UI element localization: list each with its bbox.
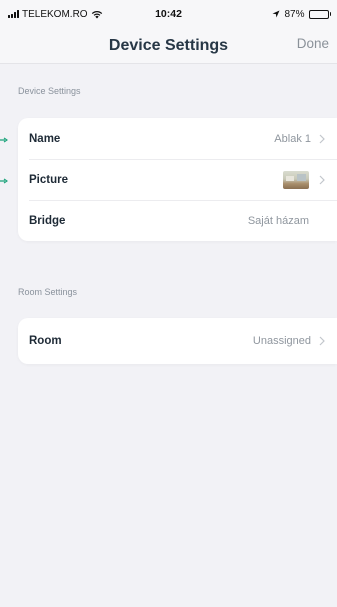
status-bar-right: 87% <box>272 9 331 20</box>
page-title: Device Settings <box>108 36 229 54</box>
chevron-right-icon <box>317 335 327 347</box>
section-header-room-settings: Room Settings <box>18 287 78 297</box>
row-label: Bridge <box>29 214 66 227</box>
settings-row-picture[interactable]: Picture <box>18 159 337 200</box>
settings-row-room[interactable]: Room Unassigned <box>18 318 337 364</box>
status-bar: TELEKOM.RO 10:42 87% <box>0 0 337 28</box>
section-header-device-settings: Device Settings <box>18 86 81 96</box>
settings-row-name[interactable]: Name Ablak 1 <box>18 118 337 159</box>
row-value: Saját házam <box>247 214 309 227</box>
room-thumbnail-image <box>283 170 309 189</box>
row-label: Room <box>29 335 62 347</box>
done-button[interactable]: Done <box>297 36 329 51</box>
wifi-icon <box>91 10 102 18</box>
cellular-signal-icon <box>8 10 19 18</box>
status-bar-left: TELEKOM.RO <box>8 9 272 20</box>
battery-percentage: 87% <box>284 8 305 20</box>
carrier-name: TELEKOM.RO <box>22 8 88 20</box>
chevron-right-icon <box>317 133 327 145</box>
annotation-arrow-icon <box>0 178 8 184</box>
device-settings-card: Name Ablak 1 Picture Bridge Saját házam <box>18 118 337 241</box>
settings-row-bridge: Bridge Saját házam <box>18 200 337 241</box>
row-value: Unassigned <box>252 335 311 347</box>
navigation-bar: Device Settings Done <box>0 28 337 64</box>
row-label: Picture <box>29 173 68 186</box>
chevron-right-icon <box>317 174 327 186</box>
row-value: Ablak 1 <box>274 132 311 145</box>
room-settings-card: Room Unassigned <box>18 318 337 364</box>
annotation-arrow-icon <box>0 137 8 143</box>
location-arrow-icon <box>272 10 280 18</box>
battery-icon <box>308 9 331 19</box>
row-label: Name <box>29 132 61 145</box>
